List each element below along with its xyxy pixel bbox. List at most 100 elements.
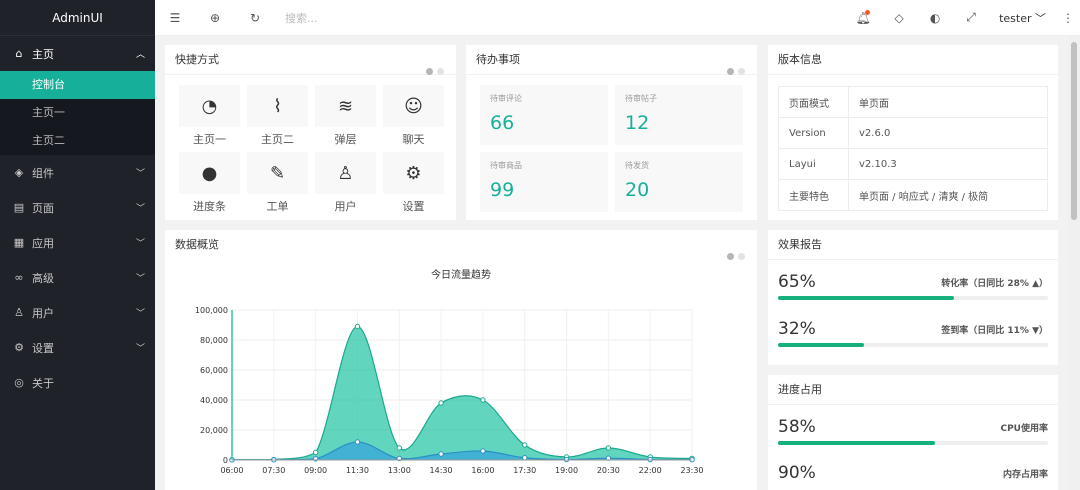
overview-card: 数据概览 今日流量趋势 0 20,000 40,000 60,000 80,000 100… xyxy=(165,230,757,490)
sidebar-item-app[interactable]: ▦ 应用 ﹀ xyxy=(0,225,155,260)
x-tick-label: 23:30 xyxy=(680,466,703,475)
chevron-down-icon: ﹀ xyxy=(135,204,145,214)
data-point xyxy=(438,451,444,457)
sidebar-subitem-console[interactable]: 控制台 xyxy=(0,71,155,99)
overview-title: 数据概览 xyxy=(165,230,757,260)
shortcut-home2[interactable]: ⌇ 主页二 xyxy=(247,85,308,146)
senior-icon: ∞ xyxy=(14,271,24,284)
y-tick-label: 80,000 xyxy=(200,336,228,345)
data-point xyxy=(480,397,486,403)
table-cell: v2.10.3 xyxy=(848,148,1048,180)
shortcut-progress[interactable]: ● 进度条 xyxy=(179,152,240,213)
data-point xyxy=(354,323,361,330)
sidebar-item-about[interactable]: ◎ 关于 xyxy=(0,365,155,400)
sidebar-item-settings[interactable]: ⚙ 设置 ﹀ xyxy=(0,330,155,365)
shortcut-user[interactable]: ♙ 用户 xyxy=(315,152,376,213)
todo-card: 待办事项 待审评论 66 待审帖子 12 待审商品 99 待发货 20 xyxy=(466,45,757,220)
data-point xyxy=(396,445,402,451)
app-logo: AdminUI xyxy=(0,0,155,36)
progress-title: 进度占用 xyxy=(768,375,1058,405)
table-row: Version v2.6.0 xyxy=(778,117,1048,149)
sidebar-item-label: 应用 xyxy=(32,236,54,250)
sidebar-item-label: 设置 xyxy=(32,341,54,355)
x-tick-label: 07:30 xyxy=(262,466,285,475)
page-scrollbar[interactable] xyxy=(1068,36,1080,490)
y-tick-label: 20,000 xyxy=(200,426,228,435)
sidebar-item-senior[interactable]: ∞ 高级 ﹀ xyxy=(0,260,155,295)
sidebar-item-page[interactable]: ▤ 页面 ﹀ xyxy=(0,190,155,225)
series-area xyxy=(232,326,692,460)
sidebar-subitem-home2[interactable]: 主页二 xyxy=(0,127,155,155)
todo-shipping[interactable]: 待发货 20 xyxy=(615,152,743,212)
gear-icon: ⚙ xyxy=(14,341,24,354)
ticket-icon: ✎ xyxy=(247,152,308,194)
todo-products[interactable]: 待审商品 99 xyxy=(480,152,608,212)
chevron-down-icon: ﹀ xyxy=(135,239,145,249)
chevron-down-icon: ﹀ xyxy=(1035,11,1046,25)
top-bar: ☰ ⊕ ↻ 搜索... 🔔︎ ◇ ◐ ⤢ tester ﹀ ⋮ xyxy=(155,0,1080,36)
shortcut-settings[interactable]: ⚙ 设置 xyxy=(383,152,444,213)
more-icon[interactable]: ⋮ xyxy=(1056,11,1080,25)
sidebar-item-user[interactable]: ♙ 用户 ﹀ xyxy=(0,295,155,330)
progress-bar xyxy=(778,441,1048,445)
scrollbar-thumb[interactable] xyxy=(1071,42,1077,220)
table-cell: v2.6.0 xyxy=(848,117,1048,149)
progress-label: 内存占用率 xyxy=(1002,470,1048,480)
todo-label: 待审帖子 xyxy=(625,94,657,103)
report-label: 签到率（日同比 11% ▼） xyxy=(941,326,1048,336)
chart-series xyxy=(229,323,695,463)
sidebar-item-home[interactable]: ⌂ 主页 ︿ xyxy=(0,36,155,71)
todo-comments[interactable]: 待审评论 66 xyxy=(480,85,608,145)
sidebar-item-label: 关于 xyxy=(32,376,54,390)
version-title: 版本信息 xyxy=(768,45,1058,75)
x-tick-label: 14:30 xyxy=(430,466,453,475)
sidebar-item-label: 组件 xyxy=(32,166,54,180)
y-tick-label: 0 xyxy=(223,456,228,465)
cube-icon: ◈ xyxy=(14,166,24,179)
table-cell: 单页面 xyxy=(848,86,1048,118)
tag-icon[interactable]: ◇ xyxy=(881,11,917,25)
menu-toggle-icon[interactable]: ☰ xyxy=(155,11,195,25)
theme-icon[interactable]: ◐ xyxy=(917,11,953,25)
table-row: 页面模式 单页面 xyxy=(778,86,1048,118)
chevron-down-icon: ﹀ xyxy=(135,344,145,354)
sidebar-item-component[interactable]: ◈ 组件 ﹀ xyxy=(0,155,155,190)
sidebar-subitem-home1[interactable]: 主页一 xyxy=(0,99,155,127)
page-icon: ▤ xyxy=(13,201,25,214)
data-point xyxy=(312,449,319,456)
x-tick-label: 16:00 xyxy=(471,466,494,475)
todo-value: 99 xyxy=(490,179,515,201)
topbar-right: 🔔︎ ◇ ◐ ⤢ tester ﹀ ⋮ xyxy=(845,0,1080,36)
data-point xyxy=(522,442,528,448)
shortcut-home1[interactable]: ◔ 主页一 xyxy=(179,85,240,146)
layers-icon: ≋ xyxy=(315,85,376,127)
refresh-icon[interactable]: ↻ xyxy=(235,11,275,25)
carousel-dots[interactable] xyxy=(422,57,444,87)
todo-posts[interactable]: 待审帖子 12 xyxy=(615,85,743,145)
todo-label: 待审评论 xyxy=(490,94,522,103)
chat-icon: ☺ xyxy=(383,85,444,127)
shortcut-layer[interactable]: ≋ 弹层 xyxy=(315,85,376,146)
sidebar-item-label: 用户 xyxy=(32,306,54,320)
fullscreen-icon[interactable]: ⤢ xyxy=(953,10,989,25)
pulse-icon: ⌇ xyxy=(247,85,308,127)
progress-bar xyxy=(778,296,1048,300)
home-icon: ⌂ xyxy=(15,47,23,60)
carousel-dots[interactable] xyxy=(723,57,745,87)
report-label: 转化率（日同比 28% ▲） xyxy=(941,279,1048,289)
data-point xyxy=(354,439,361,445)
globe-icon[interactable]: ⊕ xyxy=(195,11,235,25)
user-menu[interactable]: tester ﹀ xyxy=(989,10,1056,26)
bell-icon[interactable]: 🔔︎ xyxy=(845,9,881,25)
chart-title: 今日流量趋势 xyxy=(431,268,491,281)
x-tick-label: 09:00 xyxy=(304,466,327,475)
todo-title: 待办事项 xyxy=(466,45,757,75)
todo-label: 待发货 xyxy=(625,161,649,170)
x-tick-label: 22:00 xyxy=(639,466,662,475)
shortcut-chat[interactable]: ☺ 聊天 xyxy=(383,85,444,146)
shortcut-ticket[interactable]: ✎ 工单 xyxy=(247,152,308,213)
sidebar: AdminUI ⌂ 主页 ︿ 控制台 主页一 主页二 ◈ 组件 ﹀ ▤ 页面 ﹀ ▦ 应用… xyxy=(0,0,155,490)
search-input[interactable]: 搜索... xyxy=(285,10,765,26)
chevron-up-icon: ︿ xyxy=(135,50,145,60)
user-name: tester xyxy=(999,11,1032,25)
